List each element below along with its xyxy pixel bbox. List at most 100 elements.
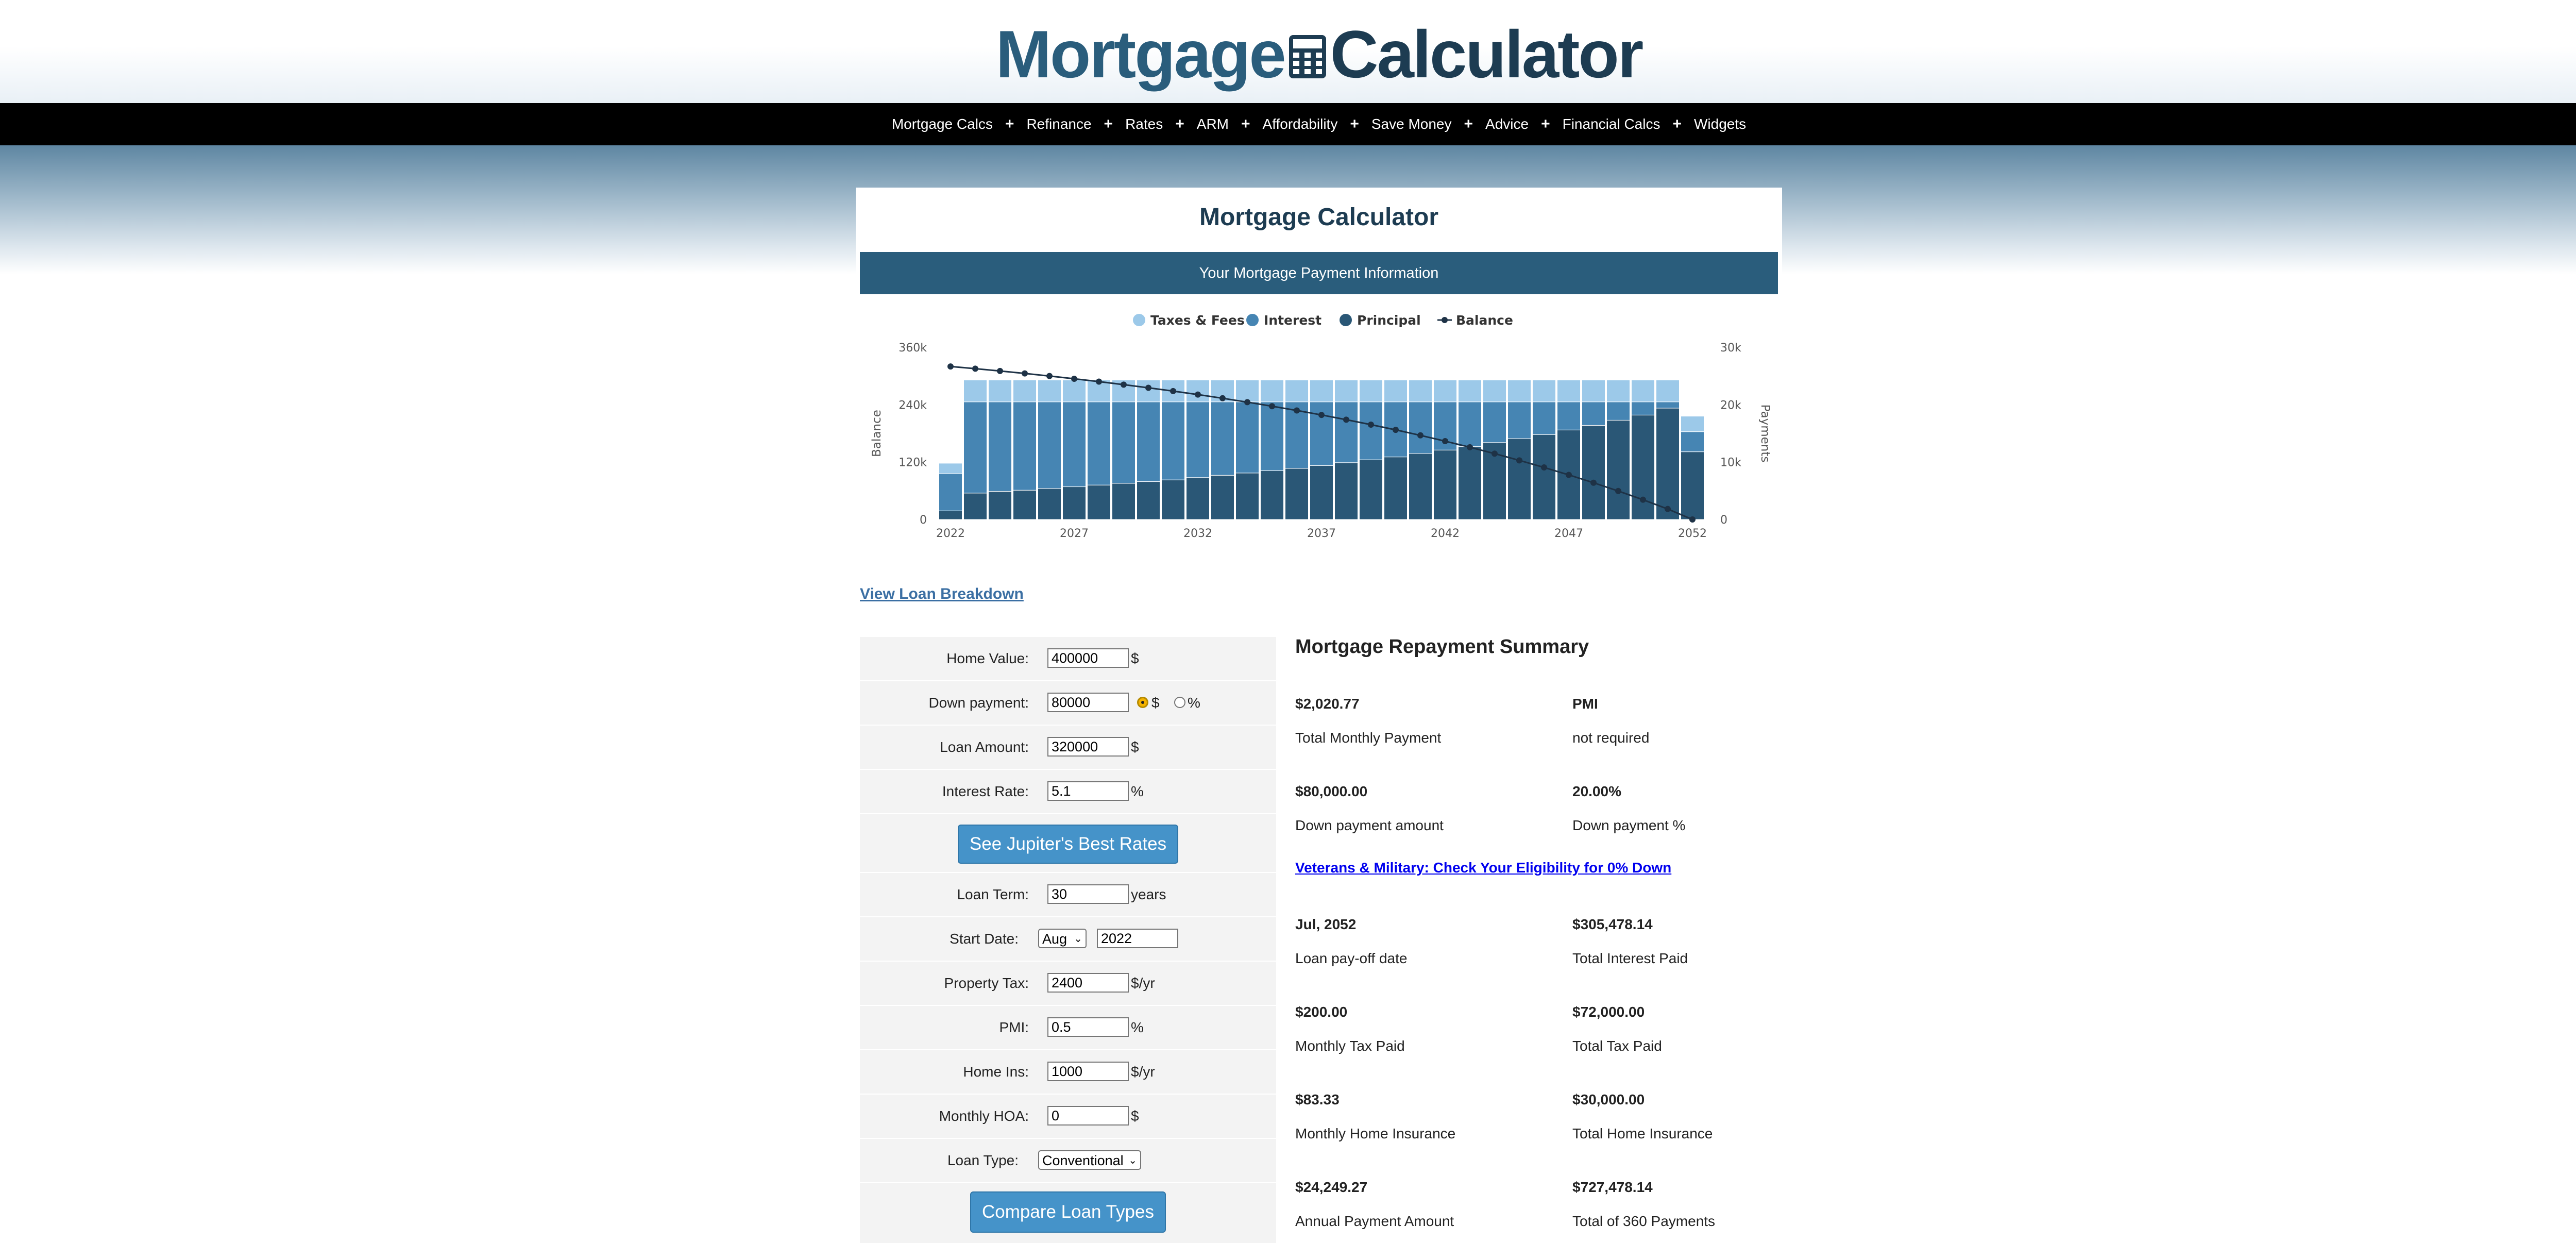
bar-interest-2029 xyxy=(1112,401,1136,484)
nav-widgets[interactable]: Widgets xyxy=(1692,116,1748,132)
nav-separator: + xyxy=(1005,115,1014,132)
monthly-hoa-input[interactable] xyxy=(1047,1106,1129,1126)
view-loan-breakdown-link[interactable]: View Loan Breakdown xyxy=(860,585,1024,603)
bar-taxes-2034 xyxy=(1235,379,1259,402)
pmi-input[interactable] xyxy=(1047,1017,1129,1037)
bar-taxes-2023 xyxy=(963,379,987,402)
x-axis-tick: 2032 xyxy=(1183,527,1212,540)
left-axis-tick: 0 xyxy=(920,514,927,527)
bar-taxes-2024 xyxy=(988,379,1012,402)
bar-taxes-2041 xyxy=(1409,379,1432,402)
right-axis-tick: 0 xyxy=(1720,514,1727,527)
nav-separator: + xyxy=(1350,115,1359,132)
bar-principal-2022 xyxy=(939,510,962,520)
bar-interest-2032 xyxy=(1186,401,1210,478)
veterans-eligibility-link[interactable]: Veterans & Military: Check Your Eligibil… xyxy=(1295,860,1671,876)
home-value-input[interactable] xyxy=(1047,648,1129,668)
see-best-rates-button[interactable]: See Jupiter's Best Rates xyxy=(958,825,1178,864)
legend-label: Interest xyxy=(1264,313,1321,328)
down-payment-input[interactable] xyxy=(1047,693,1129,712)
nav-mortgage-calcs[interactable]: Mortgage Calcs xyxy=(890,116,995,132)
nav-advice[interactable]: Advice xyxy=(1483,116,1531,132)
start-month-select[interactable]: Aug ⌄ xyxy=(1038,929,1087,948)
x-axis-tick: 2052 xyxy=(1678,527,1707,540)
bar-taxes-2025 xyxy=(1013,379,1037,402)
loan-type-select[interactable]: Conventional ⌄ xyxy=(1038,1150,1141,1170)
bar-interest-2025 xyxy=(1013,401,1037,491)
row-home-ins: Home Ins: $/yr xyxy=(860,1050,1276,1095)
loan-amount-input[interactable] xyxy=(1047,737,1129,757)
balance-point-2032 xyxy=(1195,391,1201,398)
site-logo[interactable]: Mortgage Calculator xyxy=(0,15,2576,93)
bar-principal-2041 xyxy=(1409,453,1432,520)
monthly-tax-value: $200.00 xyxy=(1295,1004,1348,1020)
nav-rates[interactable]: Rates xyxy=(1123,116,1165,132)
bar-taxes-2022 xyxy=(939,463,962,474)
bar-taxes-2027 xyxy=(1062,379,1086,402)
loan-term-unit: years xyxy=(1131,886,1166,902)
bar-interest-2049 xyxy=(1606,401,1630,421)
bar-principal-2051 xyxy=(1656,408,1680,520)
bar-interest-2041 xyxy=(1409,401,1432,454)
balance-point-2029 xyxy=(1121,381,1127,388)
home-ins-input[interactable] xyxy=(1047,1062,1129,1081)
right-axis-tick: 20k xyxy=(1720,399,1741,412)
bar-principal-2028 xyxy=(1087,484,1111,520)
bar-principal-2034 xyxy=(1235,473,1259,520)
left-axis-tick: 360k xyxy=(899,342,927,355)
page-title: Mortgage Calculator xyxy=(1199,204,1439,231)
compare-loan-types-button[interactable]: Compare Loan Types xyxy=(970,1191,1166,1233)
row-pmi: PMI: % xyxy=(860,1006,1276,1050)
bar-interest-2034 xyxy=(1235,401,1259,474)
bar-interest-2047 xyxy=(1557,401,1581,430)
bar-interest-2038 xyxy=(1334,401,1358,463)
bar-principal-2032 xyxy=(1186,477,1210,520)
payoff-date-label: Loan pay-off date xyxy=(1295,950,1408,966)
bar-taxes-2038 xyxy=(1334,379,1358,402)
logo-word-mortgage: Mortgage xyxy=(995,16,1286,92)
bar-interest-2028 xyxy=(1087,401,1111,485)
balance-point-2045 xyxy=(1516,457,1522,464)
nav-financial-calcs[interactable]: Financial Calcs xyxy=(1561,116,1663,132)
chevron-down-icon: ⌄ xyxy=(1074,933,1082,945)
calculator-card: Mortgage Calculator Your Mortgage Paymen… xyxy=(856,188,1782,1243)
row-compare-button: Compare Loan Types xyxy=(860,1183,1276,1243)
monthly-tax-label: Monthly Tax Paid xyxy=(1295,1038,1405,1054)
bar-principal-2035 xyxy=(1260,470,1284,520)
interest-rate-input[interactable] xyxy=(1047,781,1129,801)
loan-term-input[interactable] xyxy=(1047,884,1129,904)
nav-save-money[interactable]: Save Money xyxy=(1369,116,1454,132)
total-tax-value: $72,000.00 xyxy=(1572,1004,1645,1020)
payoff-date-value: Jul, 2052 xyxy=(1295,916,1357,932)
bar-principal-2042 xyxy=(1433,449,1457,520)
total-monthly-payment-label: Total Monthly Payment xyxy=(1295,730,1442,746)
balance-point-2052 xyxy=(1689,516,1696,523)
down-payment-percent-radio[interactable] xyxy=(1174,697,1185,708)
nav-affordability[interactable]: Affordability xyxy=(1261,116,1340,132)
down-payment-dollar-radio[interactable] xyxy=(1137,697,1148,708)
loan-type-value: Conventional xyxy=(1042,1153,1124,1168)
monthly-hoa-label: Monthly HOA: xyxy=(939,1108,1029,1124)
legend-marker-1 xyxy=(1246,314,1259,326)
bar-principal-2029 xyxy=(1112,483,1136,520)
bar-principal-2040 xyxy=(1384,457,1408,520)
home-value-unit: $ xyxy=(1131,650,1139,666)
balance-point-2046 xyxy=(1541,464,1547,471)
balance-point-2025 xyxy=(1022,370,1028,377)
nav-refinance[interactable]: Refinance xyxy=(1024,116,1093,132)
balance-point-2027 xyxy=(1071,375,1077,382)
start-date-label: Start Date: xyxy=(950,931,1019,947)
bar-interest-2046 xyxy=(1532,401,1556,435)
balance-point-2026 xyxy=(1046,373,1053,379)
start-year-input[interactable] xyxy=(1097,929,1178,948)
home-ins-label: Home Ins: xyxy=(963,1064,1029,1080)
legend-marker-0 xyxy=(1133,314,1145,326)
nav-separator: + xyxy=(1175,115,1184,132)
row-loan-type: Loan Type: Conventional ⌄ xyxy=(860,1139,1276,1183)
total-insurance-label: Total Home Insurance xyxy=(1572,1126,1713,1141)
balance-point-2047 xyxy=(1566,472,1572,478)
nav-arm[interactable]: ARM xyxy=(1195,116,1231,132)
bar-interest-2022 xyxy=(939,473,962,511)
property-tax-input[interactable] xyxy=(1047,973,1129,993)
balance-point-2033 xyxy=(1219,395,1226,401)
